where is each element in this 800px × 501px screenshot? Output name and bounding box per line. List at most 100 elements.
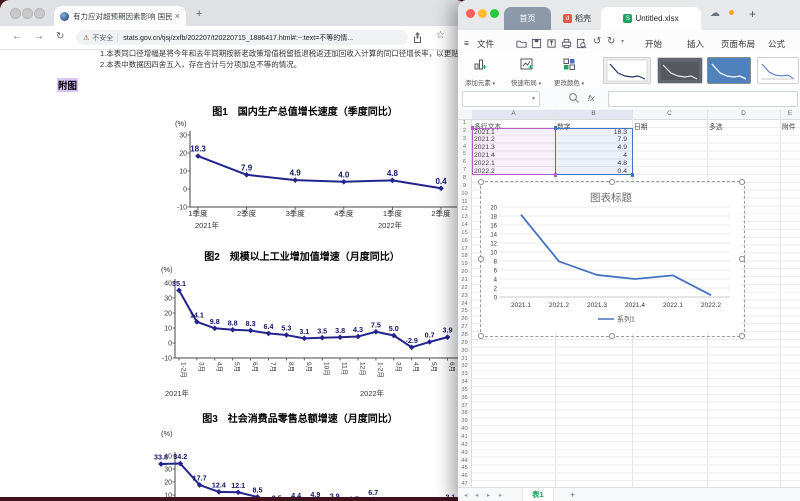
cloud-sync-icon[interactable]: ☁ xyxy=(710,8,720,19)
wps-document-tab[interactable]: S Untitled.xlsx xyxy=(601,7,701,30)
new-tab-button[interactable]: + xyxy=(196,8,202,20)
last-sheet-icon[interactable]: ▸ xyxy=(499,491,502,499)
chart-style-3-selected[interactable] xyxy=(707,57,751,84)
row-number[interactable]: 32 xyxy=(458,363,471,369)
embedded-chart-object[interactable]: 图表标题 20 18 16 14 12 10 8 6 4 2 0 2021.1 2021.2 2021.3 2… xyxy=(478,179,745,339)
open-folder-icon[interactable] xyxy=(516,38,527,49)
chart-resize-handle[interactable] xyxy=(478,179,484,185)
row-number[interactable]: 26 xyxy=(458,316,471,322)
row-number[interactable]: 2 xyxy=(458,128,471,134)
menu-page-layout[interactable]: 页面布局 xyxy=(721,38,755,50)
row-number[interactable]: 12 xyxy=(458,206,471,212)
column-letter-B[interactable]: B xyxy=(555,110,632,119)
menu-start[interactable]: 开始 xyxy=(645,38,662,50)
chart-resize-handle[interactable] xyxy=(739,333,745,339)
fx-icon[interactable]: fx xyxy=(588,93,595,103)
row-number[interactable]: 39 xyxy=(458,418,471,424)
add-sheet-button[interactable]: + xyxy=(570,490,575,500)
column-letter-E[interactable]: E xyxy=(780,110,800,117)
print-icon[interactable] xyxy=(561,38,572,49)
save-icon[interactable] xyxy=(531,38,542,49)
field-header-cell[interactable]: 日期 xyxy=(634,121,648,131)
chart-style-2[interactable] xyxy=(657,57,703,84)
browser-active-tab[interactable]: 有力应对超预期因素影响 国民经… × xyxy=(54,6,186,26)
row-number[interactable]: 13 xyxy=(458,214,471,220)
row-number[interactable]: 19 xyxy=(458,261,471,267)
zoom-window-button[interactable] xyxy=(490,9,499,18)
close-window-button[interactable] xyxy=(466,9,475,18)
row-number[interactable]: 22 xyxy=(458,285,471,291)
row-number[interactable]: 45 xyxy=(458,465,471,471)
range-handle[interactable] xyxy=(553,173,557,177)
chart-style-4[interactable] xyxy=(757,57,799,84)
wps-docer-tab[interactable]: d 稻壳 xyxy=(556,7,598,30)
redo-icon[interactable]: ↻ xyxy=(607,36,615,47)
range-handle[interactable] xyxy=(470,126,474,130)
row-number[interactable]: 15 xyxy=(458,230,471,236)
file-menu[interactable]: 文件 xyxy=(477,38,494,50)
row-number[interactable]: 20 xyxy=(458,269,471,275)
chart-resize-handle[interactable] xyxy=(478,333,484,339)
change-colors-button[interactable]: 更改颜色 ▾ xyxy=(547,57,591,87)
name-box[interactable]: ▼ xyxy=(462,91,540,107)
formula-input[interactable] xyxy=(608,91,798,107)
row-number[interactable]: 14 xyxy=(458,222,471,228)
row-number[interactable]: 5 xyxy=(458,151,471,157)
row-number[interactable]: 34 xyxy=(458,379,471,385)
row-number[interactable]: 25 xyxy=(458,308,471,314)
row-number[interactable]: 35 xyxy=(458,387,471,393)
row-number[interactable]: 6 xyxy=(458,159,471,165)
export-icon[interactable] xyxy=(546,38,557,49)
address-bar[interactable]: ⚠ 不安全 stats.gov.cn/tjsj/zxfb/202207/t202… xyxy=(76,30,408,45)
print-preview-icon[interactable] xyxy=(576,38,587,49)
row-number[interactable]: 4 xyxy=(458,144,471,150)
bookmark-star-icon[interactable]: ☆ xyxy=(436,30,445,41)
minimize-window-button[interactable] xyxy=(22,8,33,19)
row-number[interactable]: 11 xyxy=(458,199,471,205)
row-number[interactable]: 27 xyxy=(458,324,471,330)
row-number[interactable]: 18 xyxy=(458,253,471,259)
tab-close-icon[interactable]: × xyxy=(175,11,180,21)
chart-resize-handle[interactable] xyxy=(739,179,745,185)
row-number[interactable]: 9 xyxy=(458,183,471,189)
first-sheet-icon[interactable]: ◂ xyxy=(464,491,467,499)
column-letter-D[interactable]: D xyxy=(707,110,780,117)
category-range-highlight[interactable] xyxy=(472,127,556,175)
forward-icon[interactable]: → xyxy=(34,31,44,42)
chart-style-1[interactable] xyxy=(603,57,651,84)
chevron-down-icon[interactable]: ▾ xyxy=(621,38,624,45)
row-number[interactable]: 40 xyxy=(458,426,471,432)
magnifier-icon[interactable] xyxy=(568,92,580,104)
chart-resize-handle[interactable] xyxy=(739,256,745,262)
row-number[interactable]: 37 xyxy=(458,403,471,409)
close-window-button[interactable] xyxy=(10,8,21,19)
chart-resize-handle[interactable] xyxy=(609,333,615,339)
row-number[interactable]: 43 xyxy=(458,450,471,456)
column-letter-C[interactable]: C xyxy=(632,110,707,117)
menu-insert[interactable]: 插入 xyxy=(687,38,704,50)
chevron-down-icon[interactable]: ▼ xyxy=(531,96,536,102)
hamburger-menu-icon[interactable]: ≡ xyxy=(464,38,469,48)
reload-icon[interactable]: ↻ xyxy=(56,31,64,42)
wps-home-tab[interactable]: 首页 xyxy=(504,7,551,30)
chart-resize-handle[interactable] xyxy=(478,256,484,262)
quick-layout-button[interactable]: 快速布局 ▾ xyxy=(504,57,548,87)
share-icon[interactable] xyxy=(412,31,423,44)
back-icon[interactable]: ← xyxy=(12,31,22,42)
field-header-cell[interactable]: 多选 xyxy=(709,121,723,131)
zoom-window-button[interactable] xyxy=(34,8,45,19)
next-sheet-icon[interactable]: ▸ xyxy=(487,491,490,499)
range-handle[interactable] xyxy=(630,173,634,177)
field-header-cell[interactable]: 附件 xyxy=(782,121,796,131)
row-number[interactable]: 3 xyxy=(458,136,471,142)
row-number[interactable]: 44 xyxy=(458,458,471,464)
wps-new-tab-button[interactable]: + xyxy=(749,7,756,21)
menu-formulas[interactable]: 公式 xyxy=(768,38,785,50)
row-number[interactable]: 36 xyxy=(458,395,471,401)
row-number[interactable]: 28 xyxy=(458,332,471,338)
row-number[interactable]: 7 xyxy=(458,167,471,173)
row-number[interactable]: 33 xyxy=(458,371,471,377)
row-number[interactable]: 38 xyxy=(458,410,471,416)
row-number[interactable]: 41 xyxy=(458,434,471,440)
column-letter-A[interactable]: A xyxy=(472,110,555,119)
